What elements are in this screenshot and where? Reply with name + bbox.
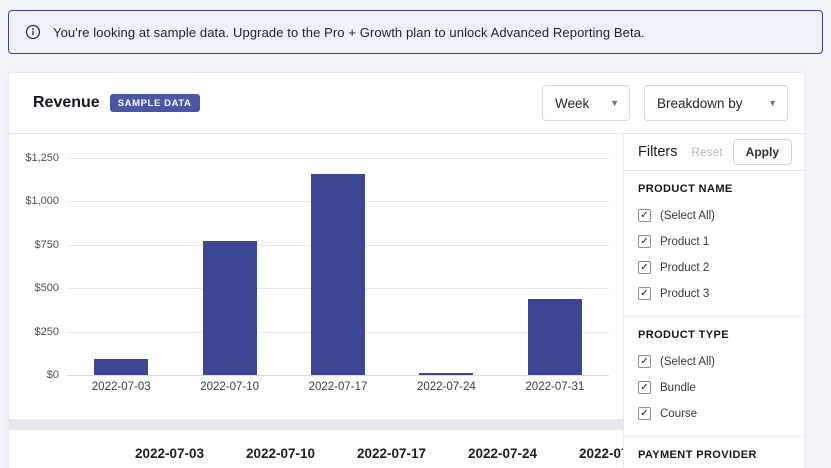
- table-column-header: 2022-07-03: [114, 446, 225, 461]
- y-tick-label: $500: [35, 282, 59, 294]
- page-title: Revenue: [33, 94, 100, 112]
- period-select-value: Week: [555, 96, 589, 111]
- table-corner-cell: [9, 446, 114, 461]
- y-tick-label: $750: [35, 239, 59, 251]
- checkbox-checked[interactable]: ✓: [638, 287, 651, 300]
- filter-section-heading: PAYMENT PROVIDER: [638, 449, 790, 461]
- y-tick-label: $1,000: [25, 195, 59, 207]
- table-column-header: 2022-07-10: [225, 446, 336, 461]
- x-axis-line: [67, 375, 609, 376]
- bar: [419, 373, 473, 375]
- checkbox-checked[interactable]: ✓: [638, 261, 651, 274]
- checkbox-checked[interactable]: ✓: [638, 209, 651, 222]
- banner-text: You're looking at sample data. Upgrade t…: [53, 25, 645, 40]
- bar: [203, 241, 257, 375]
- y-tick-label: $250: [35, 326, 59, 338]
- checkbox-checked[interactable]: ✓: [638, 381, 651, 394]
- bar: [94, 359, 148, 375]
- chevron-down-icon: ▼: [610, 98, 619, 108]
- card-header: Revenue SAMPLE DATA Week ▼ Breakdown by …: [9, 73, 804, 134]
- breakdown-select-value: Breakdown by: [657, 96, 743, 111]
- filter-section-product-name: PRODUCT NAME ✓ (Select All) ✓ Product 1 …: [624, 171, 804, 316]
- bar: [528, 299, 582, 375]
- filter-section-heading: PRODUCT TYPE: [638, 329, 790, 341]
- table-header-row: 2022-07-03 2022-07-10 2022-07-17 2022-07…: [9, 446, 623, 461]
- chevron-down-icon: ▼: [768, 98, 777, 108]
- filter-section-product-type: PRODUCT TYPE ✓ (Select All) ✓ Bundle ✓ C…: [624, 316, 804, 436]
- x-tick-label: 2022-07-24: [392, 381, 500, 393]
- filters-panel: Filters Reset Apply PRODUCT NAME ✓ (Sele…: [623, 134, 804, 468]
- x-tick-label: 2022-07-10: [175, 381, 283, 393]
- breakdown-select[interactable]: Breakdown by ▼: [644, 85, 788, 121]
- sample-data-badge: SAMPLE DATA: [110, 94, 200, 112]
- table-column-header: 2022-07-17: [336, 446, 447, 461]
- x-tick-label: 2022-07-31: [501, 381, 609, 393]
- table-column-header: 2022-07-24: [447, 446, 558, 461]
- filter-option[interactable]: ✓ (Select All): [638, 355, 790, 368]
- filter-option[interactable]: ✓ Bundle: [638, 381, 790, 394]
- checkbox-checked[interactable]: ✓: [638, 235, 651, 248]
- x-tick-label: 2022-07-03: [67, 381, 175, 393]
- horizontal-scrollbar[interactable]: [9, 419, 623, 430]
- reset-button[interactable]: Reset: [691, 145, 722, 159]
- filter-option[interactable]: ✓ Product 3: [638, 287, 790, 300]
- table-column-header: 2022-07-31: [558, 446, 623, 461]
- y-tick-label: $0: [47, 369, 59, 381]
- info-icon: [25, 24, 41, 40]
- sample-data-banner: You're looking at sample data. Upgrade t…: [8, 10, 823, 54]
- period-select[interactable]: Week ▼: [542, 85, 630, 121]
- checkbox-checked[interactable]: ✓: [638, 355, 651, 368]
- filter-option[interactable]: ✓ (Select All): [638, 209, 790, 222]
- filters-title: Filters: [638, 144, 691, 160]
- advanced-reporting-page: You're looking at sample data. Upgrade t…: [0, 0, 831, 468]
- apply-button[interactable]: Apply: [733, 139, 792, 165]
- chart-column: $1,250 $1,000 $750 $500 $250 $0 2: [9, 134, 623, 468]
- filter-option[interactable]: ✓ Product 2: [638, 261, 790, 274]
- y-tick-label: $1,250: [25, 152, 59, 164]
- filter-section-payment-provider: PAYMENT PROVIDER ✓ (Select All): [624, 436, 804, 468]
- x-tick-label: 2022-07-17: [284, 381, 392, 393]
- filter-option[interactable]: ✓ Product 1: [638, 235, 790, 248]
- filter-option[interactable]: ✓ Course: [638, 407, 790, 420]
- filter-section-heading: PRODUCT NAME: [638, 183, 790, 195]
- revenue-card: Revenue SAMPLE DATA Week ▼ Breakdown by …: [8, 72, 805, 468]
- revenue-bar-chart: $1,250 $1,000 $750 $500 $250 $0: [67, 158, 609, 375]
- bar: [311, 174, 365, 375]
- checkbox-checked[interactable]: ✓: [638, 407, 651, 420]
